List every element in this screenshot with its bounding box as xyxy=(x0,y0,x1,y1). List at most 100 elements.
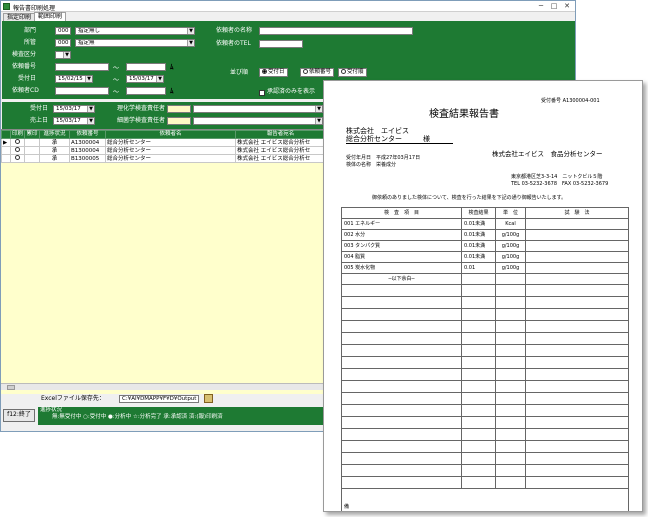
issue-label: 売上日 xyxy=(30,117,49,124)
excel-path-label: Excelファイル保存先： xyxy=(41,395,105,402)
received-label: 受付年月日 xyxy=(346,155,372,161)
chevron-down-icon: ▼ xyxy=(315,118,322,124)
report-addressee-1: 株式会社 エイビス xyxy=(346,127,409,135)
receipt-date-from[interactable]: 15/02/15 ▼ xyxy=(55,75,93,83)
reprint-cell[interactable] xyxy=(24,154,41,163)
results-table: 印刷 累印 進捗状況 依頼番号 依頼者名 報告者宛名 ▶ 承 A1300004 … xyxy=(1,130,327,163)
request-no-cell: B1300005 xyxy=(69,154,107,163)
close-icon[interactable]: ✕ xyxy=(561,2,573,10)
office-select[interactable]: 指定無 ▼ xyxy=(75,39,195,47)
table-row[interactable]: ▶ 承 A1300004 総合分析センター 株式会社 エイビス総合分析セ xyxy=(1,138,327,147)
report-item-unit: Kcal xyxy=(495,218,526,230)
checkmark-icon: ✓ xyxy=(259,90,265,96)
receipt-date-to-value: 15/03/17 xyxy=(129,76,154,82)
reprint-cell[interactable] xyxy=(24,138,41,147)
report-tel-fax: TEL 03-5232-3678 FAX 03-5232-3679 xyxy=(511,181,609,187)
micro-manager-code[interactable] xyxy=(167,117,191,125)
print-flag-cell[interactable] xyxy=(9,154,26,163)
scrollbar-thumb[interactable] xyxy=(7,385,15,390)
sample-name-value: 栄養成分 xyxy=(376,162,397,168)
client-cd-from-input[interactable] xyxy=(55,87,109,95)
row-selector[interactable] xyxy=(1,146,11,155)
chevron-down-icon: ▼ xyxy=(85,76,92,82)
report-empty-row xyxy=(341,284,629,297)
phys-chem-manager-select[interactable]: ▼ xyxy=(193,105,323,113)
print-flag-cell[interactable] xyxy=(9,138,26,147)
circle-icon xyxy=(15,147,20,152)
report-col-header: 検査結果 xyxy=(461,207,496,219)
client-tel-input[interactable] xyxy=(259,40,303,48)
client-name-cell: 総合分析センター xyxy=(105,154,237,163)
client-cd-to-input[interactable] xyxy=(126,87,166,95)
report-item-code: 003 xyxy=(344,243,354,249)
sample-category-select[interactable]: ▼ xyxy=(55,51,71,59)
addressee-cell: 株式会社 エイビス総合分析セ xyxy=(235,154,327,163)
client-name-cell: 総合分析センター xyxy=(105,146,237,155)
micro-manager-select[interactable]: ▼ xyxy=(193,117,323,125)
receipt-date-from-value: 15/02/15 xyxy=(58,76,83,82)
column-header[interactable]: 報告者宛名 xyxy=(235,130,327,139)
tab-range-print[interactable]: 範囲印刷 xyxy=(34,12,67,21)
dept-select[interactable]: 指定無し ▼ xyxy=(75,27,195,35)
column-header[interactable]: 依頼番号 xyxy=(69,130,107,139)
report-item-label: 水分 xyxy=(355,232,366,238)
micro-manager-label: 細菌学検査責任者 xyxy=(117,117,166,124)
client-name-input[interactable] xyxy=(259,27,413,35)
column-header[interactable]: 進捗状況 xyxy=(39,130,71,139)
row-selector-icon[interactable]: ▶ xyxy=(1,138,11,147)
row-selector[interactable] xyxy=(1,154,11,163)
sort-receipt-date-radio[interactable]: 受付日 xyxy=(259,68,288,77)
folder-icon[interactable] xyxy=(204,394,213,403)
phys-chem-manager-code[interactable] xyxy=(167,105,191,113)
report-empty-cell xyxy=(495,273,526,285)
report-item-label: 炭水化物 xyxy=(355,265,376,271)
receipt-date-label: 受付日 xyxy=(18,75,37,82)
report-empty-row xyxy=(341,296,629,309)
excel-path-input[interactable]: C:¥AI¥DMAPP¥F¥D¥Output xyxy=(119,395,199,403)
office-code-input[interactable]: 000 xyxy=(55,39,71,47)
minimize-icon[interactable]: ─ xyxy=(535,2,547,10)
sort-receipt-order-radio[interactable]: 受付順 xyxy=(338,68,367,77)
request-no-cell: A1300004 xyxy=(69,138,107,147)
reprint-cell[interactable] xyxy=(24,146,41,155)
search-icon[interactable]: ﾑ xyxy=(170,62,174,72)
issue-date-select[interactable]: 15/03/17 ▼ xyxy=(53,117,95,125)
report-item-label: タンパク質 xyxy=(355,243,381,249)
report-empty-row xyxy=(341,428,629,441)
report-remarks-label: 備考 xyxy=(344,503,350,512)
office-label: 所管 xyxy=(24,39,37,46)
search-icon[interactable]: ﾑ xyxy=(170,86,174,96)
request-no-to-input[interactable] xyxy=(126,63,166,71)
print-flag-cell[interactable] xyxy=(9,146,26,155)
client-name-label: 依頼者の名称 xyxy=(216,27,253,34)
table-row[interactable]: 承 B1300004 総合分析センター 株式会社 エイビス総合分析セ xyxy=(1,146,327,155)
maximize-icon[interactable]: □ xyxy=(548,2,560,10)
report-item-code: 002 xyxy=(344,232,354,238)
report-item-result: 0.01未満 xyxy=(461,218,496,230)
report-address: 東京都港区芝3-3-14 ニットクビル５階 xyxy=(511,174,603,180)
receipt-date-to[interactable]: 15/03/17 ▼ xyxy=(126,75,164,83)
sort-request-no-radio[interactable]: 依頼番号 xyxy=(300,68,335,77)
report-empty-row xyxy=(341,416,629,429)
addressee-cell: 株式会社 エイビス総合分析セ xyxy=(235,138,327,147)
dept-code-input[interactable]: 000 xyxy=(55,27,71,35)
sort-option-label: 受付順 xyxy=(347,69,364,75)
table-row[interactable]: 承 B1300005 総合分析センター 株式会社 エイビス総合分析セ xyxy=(1,154,327,163)
report-empty-row xyxy=(341,464,629,477)
report-item-unit: g/100g xyxy=(495,262,526,274)
chevron-down-icon: ▼ xyxy=(315,106,322,112)
column-header[interactable]: 依頼者名 xyxy=(105,130,237,139)
chevron-down-icon: ▼ xyxy=(187,28,194,34)
tab-specified-print[interactable]: 指定印刷 xyxy=(3,13,36,21)
office-select-value: 指定無 xyxy=(78,40,95,46)
approved-only-checkbox[interactable]: ✓ 承認済のみを表示 xyxy=(259,88,315,96)
report-results-table: 検 査 項 目 検査結果 単 位 試 験 法 001 エネルギー 0.01未満 Kc… xyxy=(341,207,629,512)
end-button[interactable]: f12:終了 xyxy=(3,409,35,422)
column-header[interactable]: 印刷 xyxy=(9,130,26,139)
report-end-row: ─以下余白─ xyxy=(341,273,629,285)
receipt-date-select[interactable]: 15/03/17 ▼ xyxy=(53,105,95,113)
request-no-from-input[interactable] xyxy=(55,63,109,71)
report-item-method xyxy=(525,240,629,252)
report-receipt-no: 受付番号 A1300004-001 xyxy=(541,98,600,104)
column-header[interactable]: 累印 xyxy=(24,130,41,139)
